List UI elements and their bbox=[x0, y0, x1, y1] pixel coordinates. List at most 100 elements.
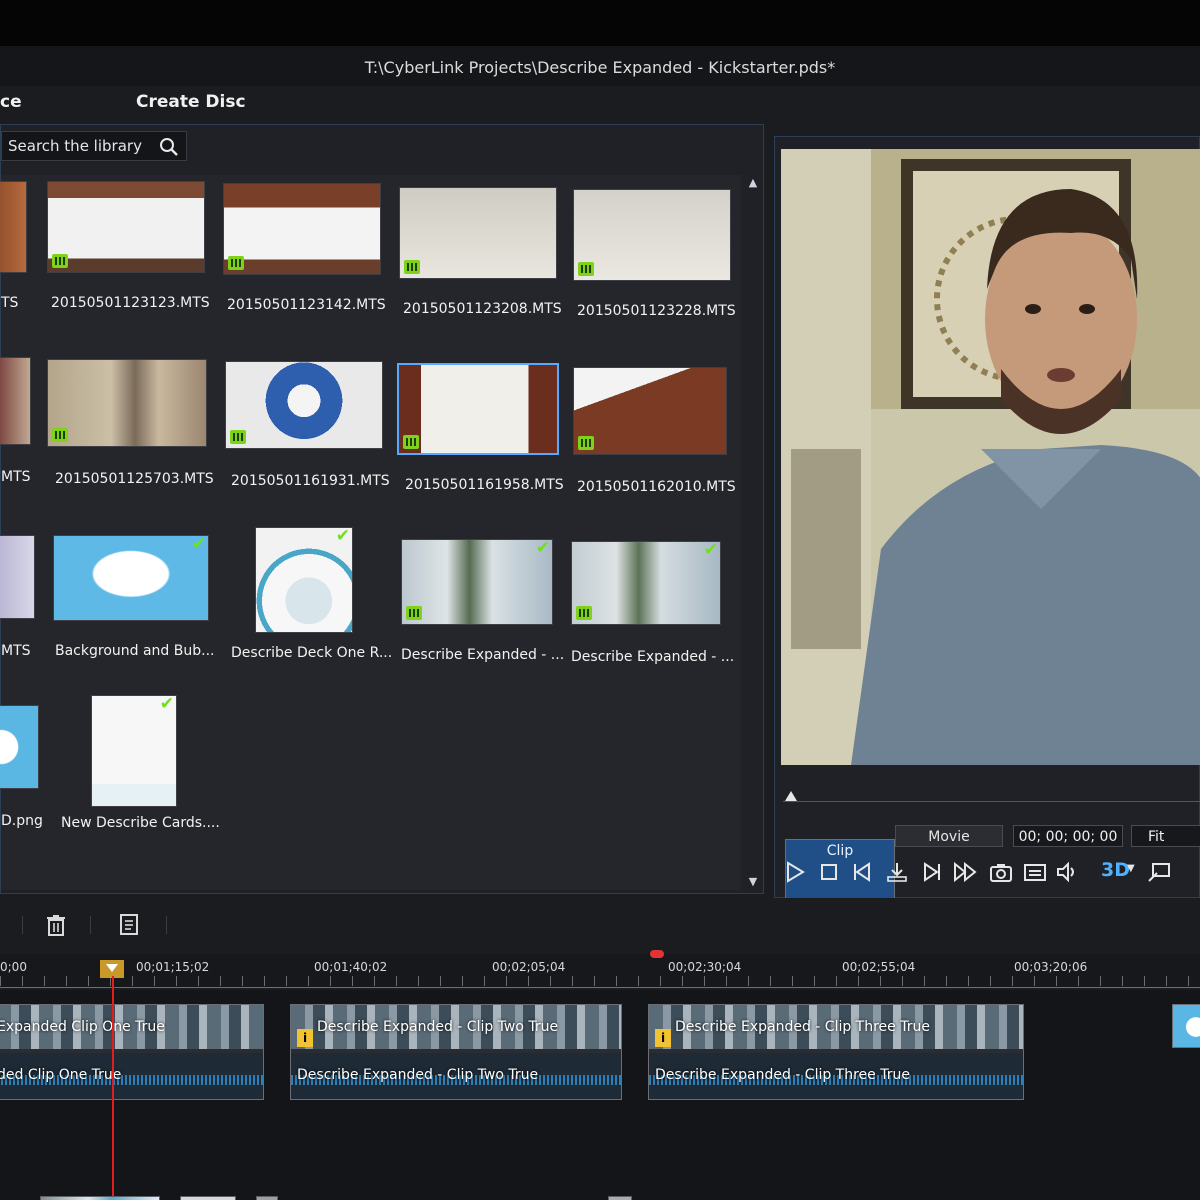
preview-panel: Clip Movie 00; 00; 00; 00 Fit 3D ▼ bbox=[774, 136, 1200, 935]
timeline-marker[interactable] bbox=[650, 950, 664, 958]
library-thumbnail: ✔ bbox=[571, 541, 721, 625]
ruler-time-label: 00;02;30;04 bbox=[668, 960, 742, 974]
zoom-fit-select[interactable]: Fit bbox=[1131, 825, 1200, 847]
scroll-up-arrow-icon[interactable]: ▲ bbox=[747, 177, 759, 189]
preview-seek-slider[interactable] bbox=[783, 785, 1200, 809]
library-item-label: 20150501125703.MTS bbox=[55, 471, 214, 487]
3d-toggle[interactable]: 3D bbox=[1101, 859, 1130, 881]
library-thumbnail bbox=[0, 181, 27, 273]
library-thumbnail bbox=[225, 361, 383, 449]
library-item-label: Describe Deck One R... bbox=[231, 645, 393, 661]
timeline-clip[interactable] bbox=[1172, 1004, 1200, 1048]
library-thumbnail bbox=[573, 189, 731, 281]
video-badge-icon bbox=[52, 428, 68, 442]
room-tabs: ce Create Disc bbox=[0, 82, 1200, 122]
trash-icon[interactable] bbox=[46, 914, 66, 936]
subtitles-icon[interactable] bbox=[1023, 861, 1047, 883]
overlay-track-clip[interactable] bbox=[40, 1196, 160, 1200]
overlay-track-clip[interactable] bbox=[608, 1196, 632, 1200]
preview-frame-image bbox=[781, 149, 1200, 765]
undock-preview-icon[interactable] bbox=[1147, 861, 1171, 883]
library-item-label: 20150501161931.MTS bbox=[231, 473, 390, 489]
clip-info-badge[interactable]: i bbox=[297, 1029, 313, 1047]
library-thumbnail: ✔ bbox=[53, 535, 209, 621]
app-window: T:\CyberLink Projects\Describe Expanded … bbox=[0, 46, 1200, 1200]
library-item-label: D.png bbox=[1, 813, 43, 829]
media-library-panel: TS 20150501123123.MTS 20150501123142.MTS… bbox=[0, 124, 764, 894]
overlay-track-clip[interactable] bbox=[256, 1196, 278, 1200]
timeline-tracks: Expanded Clip One True ded Clip One True… bbox=[0, 990, 1200, 1200]
clip-audio-label: ded Clip One True bbox=[0, 1067, 122, 1083]
library-thumbnail: ✔ bbox=[91, 695, 177, 807]
3d-dropdown-caret-icon[interactable]: ▼ bbox=[1127, 863, 1135, 874]
video-badge-icon bbox=[578, 436, 594, 450]
library-item-label: 20150501123123.MTS bbox=[51, 295, 210, 311]
library-scrollbar[interactable]: ▲ ▼ bbox=[745, 175, 761, 890]
snapshot-camera-icon[interactable] bbox=[989, 861, 1013, 883]
library-thumbnail bbox=[0, 705, 39, 789]
library-item-label: 20150501123142.MTS bbox=[227, 297, 386, 313]
preview-video-frame bbox=[781, 149, 1200, 765]
clip-audio-label: Describe Expanded - Clip Two True bbox=[297, 1067, 539, 1083]
library-search-box bbox=[1, 131, 187, 161]
room-tab-create-disc[interactable]: Create Disc bbox=[136, 82, 246, 122]
toolbar-divider bbox=[90, 916, 91, 934]
timeline-clip[interactable]: Expanded Clip One True ded Clip One True bbox=[0, 1004, 264, 1100]
library-item-label: Describe Expanded - ... bbox=[401, 647, 565, 663]
playback-controls: 3D ▼ bbox=[783, 857, 1200, 887]
clip-video-frames bbox=[1173, 1005, 1200, 1047]
video-badge-icon bbox=[228, 256, 244, 270]
volume-icon[interactable] bbox=[1055, 861, 1079, 883]
library-item-label: MTS bbox=[1, 469, 31, 485]
seek-knob[interactable] bbox=[785, 791, 797, 801]
room-tab-partial[interactable]: ce bbox=[0, 82, 22, 122]
overlay-track-clip[interactable] bbox=[180, 1196, 236, 1200]
ruler-time-label: 00;01;40;02 bbox=[314, 960, 388, 974]
split-clip-icon[interactable] bbox=[885, 861, 909, 883]
video-badge-icon bbox=[403, 435, 419, 449]
video-badge-icon bbox=[230, 430, 246, 444]
search-icon[interactable] bbox=[158, 136, 180, 158]
toolbar-divider bbox=[22, 916, 23, 934]
library-thumbnail bbox=[47, 181, 205, 273]
ruler-time-label: 00;02;05;04 bbox=[492, 960, 566, 974]
library-grid: TS 20150501123123.MTS 20150501123142.MTS… bbox=[0, 175, 741, 890]
library-item-label: 20150501123228.MTS bbox=[577, 303, 736, 319]
timecode-display[interactable]: 00; 00; 00; 00 bbox=[1013, 825, 1123, 847]
timeline-toolbar bbox=[0, 898, 1200, 954]
library-search-input[interactable] bbox=[8, 136, 153, 156]
library-item-label: 20150501161958.MTS bbox=[405, 477, 564, 493]
playhead-line bbox=[112, 976, 114, 1200]
library-thumbnail bbox=[397, 363, 559, 455]
library-item-label: 20150501123208.MTS bbox=[403, 301, 562, 317]
video-badge-icon bbox=[576, 606, 592, 620]
library-item-label: 20150501162010.MTS bbox=[577, 479, 736, 495]
previous-frame-icon[interactable] bbox=[851, 861, 875, 883]
play-icon[interactable] bbox=[783, 861, 807, 883]
library-item-label: Background and Bub... bbox=[55, 643, 215, 659]
library-item-label: MTS bbox=[1, 643, 31, 659]
video-badge-icon bbox=[404, 260, 420, 274]
in-use-check-icon: ✔ bbox=[335, 527, 350, 546]
clip-title: Describe Expanded - Clip Two True bbox=[317, 1019, 559, 1035]
in-use-check-icon: ✔ bbox=[703, 541, 718, 560]
timeline-ruler[interactable]: 0;00 00;01;15;02 00;01;40;02 00;02;05;04… bbox=[0, 954, 1200, 988]
stop-icon[interactable] bbox=[817, 861, 841, 883]
library-thumbnail: ✔ bbox=[401, 539, 553, 625]
scroll-down-arrow-icon[interactable]: ▼ bbox=[747, 876, 759, 888]
library-thumbnail bbox=[223, 183, 381, 275]
movie-mode-tab[interactable]: Movie bbox=[895, 825, 1003, 847]
timeline-clip[interactable]: i Describe Expanded - Clip Two True Desc… bbox=[290, 1004, 622, 1100]
library-thumbnail bbox=[47, 359, 207, 447]
library-item-label: New Describe Cards.... bbox=[61, 815, 220, 831]
in-use-check-icon: ✔ bbox=[191, 535, 206, 554]
ruler-time-label: 00;01;15;02 bbox=[136, 960, 210, 974]
monitor-bezel bbox=[0, 0, 1200, 46]
clip-title: Expanded Clip One True bbox=[0, 1019, 165, 1035]
library-thumbnail bbox=[0, 535, 35, 619]
timeline-clip[interactable]: i Describe Expanded - Clip Three True De… bbox=[648, 1004, 1024, 1100]
edit-properties-icon[interactable] bbox=[118, 912, 140, 936]
clip-info-badge[interactable]: i bbox=[655, 1029, 671, 1047]
fast-forward-icon[interactable] bbox=[953, 861, 977, 883]
next-frame-icon[interactable] bbox=[919, 861, 943, 883]
